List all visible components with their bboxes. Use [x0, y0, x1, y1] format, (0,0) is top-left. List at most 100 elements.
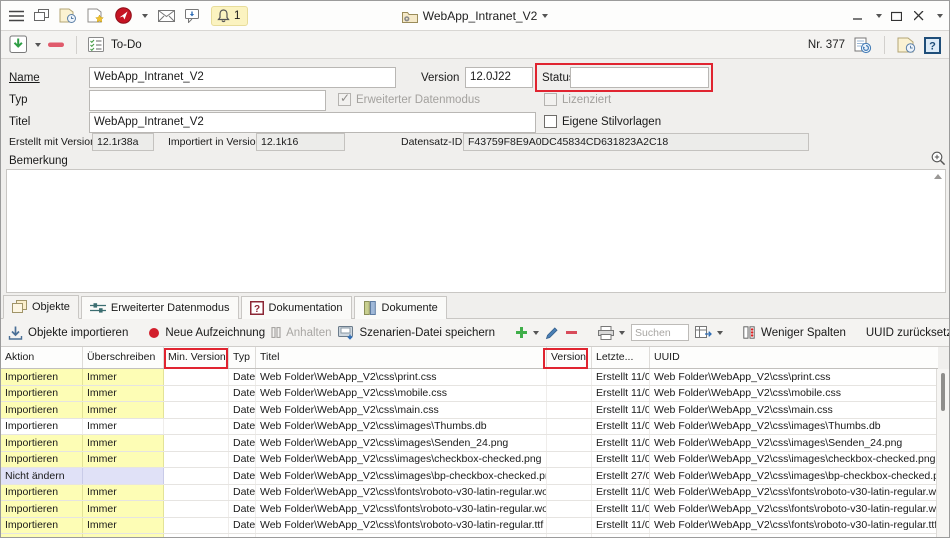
table-export-button[interactable] [695, 326, 723, 339]
column-header-titel[interactable]: Titel [256, 347, 547, 368]
cell-aktion: Importieren [1, 402, 83, 418]
cell-min_version [164, 501, 229, 517]
add-row-button[interactable] [515, 326, 539, 339]
edit-row-button[interactable] [545, 326, 559, 340]
objects-toolbar: Objekte importieren Neue Aufzeichnung An… [1, 319, 949, 347]
delete-row-button[interactable] [565, 330, 578, 335]
table-row[interactable]: ImportierenImmerDateiWeb Folder\WebApp_V… [1, 534, 938, 538]
bemerkung-textarea[interactable] [6, 169, 946, 293]
column-header-letzte[interactable]: Letzte... [592, 347, 650, 368]
cell-min_version [164, 468, 229, 484]
table-scrollbar[interactable] [936, 369, 949, 538]
datensatz-id-label: Datensatz-ID [401, 136, 462, 148]
lizenziert-checkbox[interactable] [544, 93, 557, 106]
tab-dokumente[interactable]: Dokumente [354, 296, 447, 319]
name-input[interactable]: WebApp_Intranet_V2 [89, 67, 396, 88]
cell-titel: Web Folder\WebApp_V2\css\fonts\roboto-v3… [256, 518, 547, 534]
cell-letzte: Erstellt 11/0... [592, 419, 650, 435]
table-export-dropdown-caret[interactable] [717, 331, 723, 335]
cell-typ: Datei [229, 468, 256, 484]
cell-min_version [164, 369, 229, 385]
cell-titel: Web Folder\WebApp_V2\css\fonts\roboto-v3… [256, 534, 547, 538]
objects-icon [12, 300, 27, 314]
name-label[interactable]: Name [9, 72, 40, 84]
tab-label: Objekte [32, 301, 70, 313]
cell-typ: Datei [229, 485, 256, 501]
eigene-stilvorlagen-checkbox[interactable] [544, 115, 557, 128]
cell-ueberschreiben: Immer [83, 485, 164, 501]
neue-aufzeichnung-button[interactable]: Neue Aufzeichnung [148, 327, 265, 339]
tab-label: Dokumente [382, 302, 438, 314]
cell-aktion: Importieren [1, 518, 83, 534]
table-row[interactable]: ImportierenImmerDateiWeb Folder\WebApp_V… [1, 402, 938, 419]
weniger-spalten-button[interactable]: Weniger Spalten [743, 326, 846, 339]
typ-input[interactable] [89, 90, 326, 111]
table-row[interactable]: ImportierenImmerDateiWeb Folder\WebApp_V… [1, 419, 938, 436]
cell-version [547, 369, 592, 385]
cell-uuid: Web Folder\WebApp_V2\css\fonts\roboto-v3… [650, 534, 938, 538]
table-row[interactable]: ImportierenImmerDateiWeb Folder\WebApp_V… [1, 501, 938, 518]
cell-uuid: Web Folder\WebApp_V2\css\fonts\roboto-v3… [650, 485, 938, 501]
column-header-aktion[interactable]: Aktion [1, 347, 83, 368]
typ-label: Typ [9, 94, 28, 106]
cell-version [547, 468, 592, 484]
erweiterter-datenmodus-label: Erweiterter Datenmodus [356, 94, 480, 106]
objekte-importieren-button[interactable]: Objekte importieren [8, 326, 128, 340]
szenarien-datei-speichern-button[interactable]: Szenarien-Datei speichern [338, 326, 496, 340]
print-button[interactable] [598, 326, 625, 340]
cell-titel: Web Folder\WebApp_V2\css\images\Senden_2… [256, 435, 547, 451]
table-row[interactable]: ImportierenImmerDateiWeb Folder\WebApp_V… [1, 518, 938, 535]
cell-aktion: Importieren [1, 534, 83, 538]
cell-ueberschreiben: Immer [83, 402, 164, 418]
erweiterter-datenmodus-checkbox[interactable]: ✓ [338, 93, 351, 106]
add-dropdown-caret[interactable] [533, 331, 539, 335]
table-row[interactable]: ImportierenImmerDateiWeb Folder\WebApp_V… [1, 452, 938, 469]
magnifier-plus-icon[interactable] [930, 150, 947, 167]
cell-aktion: Importieren [1, 501, 83, 517]
cell-ueberschreiben: Immer [83, 534, 164, 538]
cell-min_version [164, 419, 229, 435]
cell-uuid: Web Folder\WebApp_V2\css\print.css [650, 369, 938, 385]
cell-aktion: Importieren [1, 435, 83, 451]
cell-ueberschreiben [83, 468, 164, 484]
anhalten-button[interactable]: Anhalten [271, 327, 331, 339]
scrollbar-thumb[interactable] [941, 373, 945, 411]
titel-input[interactable]: WebApp_Intranet_V2 [89, 112, 536, 133]
bemerkung-label: Bemerkung [9, 155, 68, 167]
table-row[interactable]: ImportierenImmerDateiWeb Folder\WebApp_V… [1, 485, 938, 502]
tab-label: Erweiterter Datenmodus [111, 302, 230, 314]
status-input[interactable] [570, 67, 709, 88]
table-row[interactable]: ImportierenImmerDateiWeb Folder\WebApp_V… [1, 369, 938, 386]
cell-version [547, 485, 592, 501]
cell-version [547, 419, 592, 435]
datensatz-id-value: F43759F8E9A0DC45834CD631823A2C18 [463, 133, 809, 151]
documents-icon [363, 301, 377, 315]
eigene-stilvorlagen-label: Eigene Stilvorlagen [562, 116, 661, 128]
cell-aktion: Nicht ändern [1, 468, 83, 484]
table-row[interactable]: ImportierenImmerDateiWeb Folder\WebApp_V… [1, 386, 938, 403]
table-row[interactable]: Nicht ändernDateiWeb Folder\WebApp_V2\cs… [1, 468, 938, 485]
tab-erweiterter-datenmodus[interactable]: Erweiterter Datenmodus [81, 296, 239, 319]
tab-dokumentation[interactable]: ? Dokumentation [241, 296, 352, 319]
search-input[interactable] [631, 324, 689, 341]
column-header-ueberschreiben[interactable]: Überschreiben [83, 347, 164, 368]
version-label: Version [421, 72, 459, 84]
cell-version [547, 435, 592, 451]
column-header-version[interactable]: Version [547, 347, 592, 368]
cell-typ: Datei [229, 518, 256, 534]
tab-objekte[interactable]: Objekte [3, 295, 79, 319]
column-header-uuid[interactable]: UUID [650, 347, 938, 368]
cell-aktion: Importieren [1, 452, 83, 468]
column-header-typ[interactable]: Typ [229, 347, 256, 368]
scroll-up-icon[interactable] [934, 174, 942, 179]
column-header-min-version[interactable]: Min. Version [164, 347, 229, 368]
erstellt-mit-version-label: Erstellt mit Version [9, 136, 96, 148]
cell-typ: Datei [229, 369, 256, 385]
table-row[interactable]: ImportierenImmerDateiWeb Folder\WebApp_V… [1, 435, 938, 452]
uuid-zuruecksetzen-button[interactable]: UUID zurücksetzen [866, 327, 950, 339]
importiert-in-version-value: 12.1k16 [256, 133, 345, 151]
version-input[interactable]: 12.0J22 [465, 67, 533, 88]
print-dropdown-caret[interactable] [619, 331, 625, 335]
cell-aktion: Importieren [1, 386, 83, 402]
cell-min_version [164, 452, 229, 468]
